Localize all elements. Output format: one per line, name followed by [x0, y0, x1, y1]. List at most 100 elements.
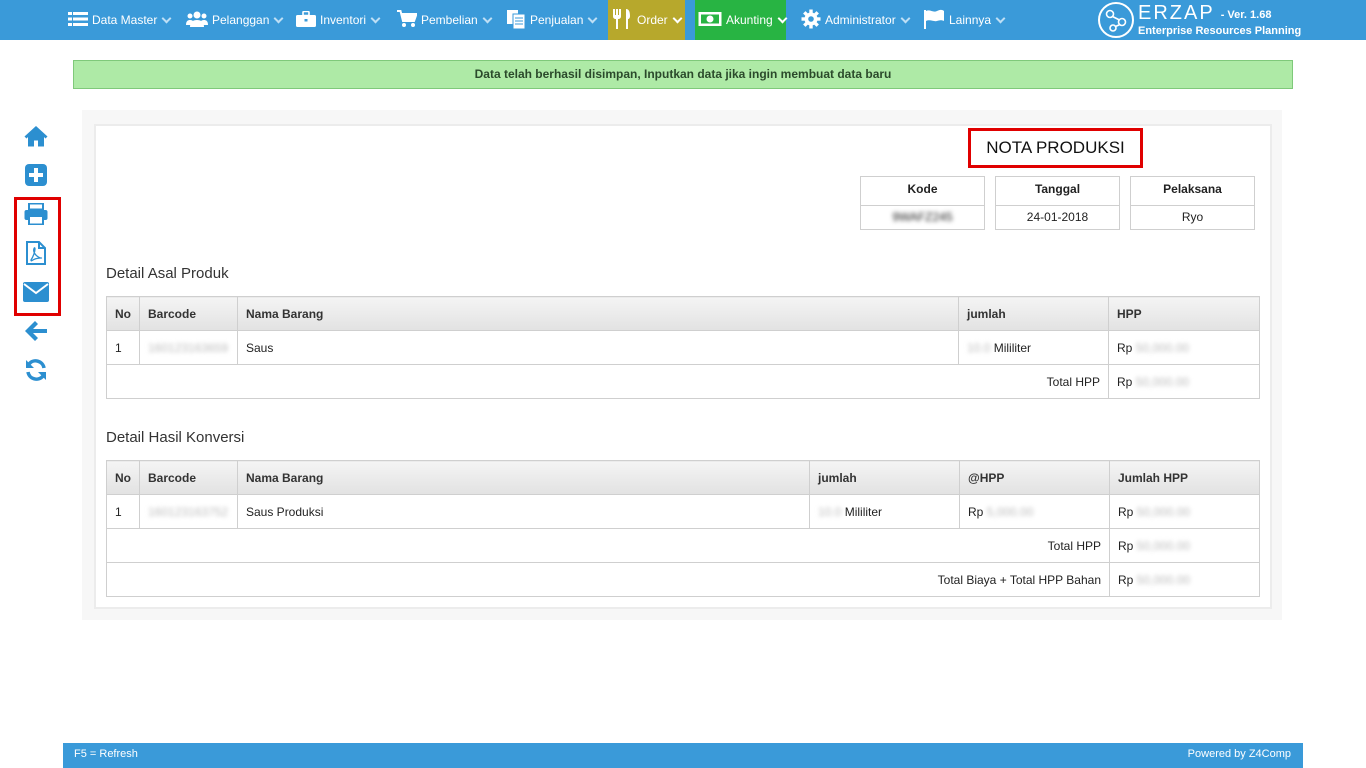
nav-label: Pembelian: [421, 13, 478, 27]
nav-akunting[interactable]: Akunting: [695, 0, 788, 40]
chevron-down-icon: [482, 13, 493, 23]
users-icon: [186, 11, 208, 30]
add-button[interactable]: [22, 161, 50, 189]
currency-label: Rp: [1118, 538, 1134, 553]
chevron-down-icon: [273, 13, 284, 23]
table-header-row: No Barcode Nama Barang jumlah @HPP Jumla…: [106, 460, 1260, 495]
currency-label: Rp: [968, 504, 984, 519]
cutlery-icon: [611, 8, 633, 33]
grand-total-value: 50,000.00: [1136, 572, 1191, 587]
top-navbar: Data Master Pelanggan Inventori Pembelia…: [0, 0, 1366, 40]
nav-data-master[interactable]: Data Master: [68, 0, 172, 40]
col-barcode: Barcode: [139, 460, 238, 495]
kode-label: Kode: [861, 177, 984, 206]
plus-square-icon: [25, 164, 47, 186]
table-header-row: No Barcode Nama Barang jumlah HPP: [106, 296, 1260, 331]
total-hpp-label: Total HPP: [106, 364, 1109, 399]
version-label: - Ver. 1.68: [1220, 9, 1272, 21]
hpp-value: 50,000.00: [1135, 340, 1190, 355]
total-hpp-value: 50,000.00: [1136, 538, 1191, 553]
nav-label: Akunting: [726, 13, 773, 27]
konversi-table: No Barcode Nama Barang jumlah @HPP Jumla…: [106, 460, 1260, 597]
jumlah-hpp-value: 50,000.00: [1136, 504, 1191, 519]
refresh-button[interactable]: [22, 356, 50, 384]
unit-value: Mililiter: [844, 504, 883, 519]
grand-total-row: Total Biaya + Total HPP Bahan Rp 50,000.…: [106, 562, 1260, 597]
col-no: No: [106, 296, 140, 331]
nav-label: Data Master: [92, 13, 158, 27]
flag-icon: [923, 9, 945, 32]
chevron-down-icon: [587, 13, 598, 23]
cell-no: 1: [106, 494, 140, 529]
col-no: No: [106, 460, 140, 495]
chevron-down-icon: [995, 13, 1006, 23]
nota-title: NOTA PRODUKSI: [968, 128, 1143, 168]
cell-jumlah: 10.0 Mililiter: [958, 330, 1109, 365]
qty-value: 10.0: [967, 340, 991, 355]
nav-order[interactable]: Order: [608, 0, 685, 40]
nav-label: Inventori: [320, 13, 367, 27]
footer-bar: F5 = Refresh Powered by Z4Comp: [63, 743, 1303, 768]
total-hpp-cell: Rp 50,000.00: [1109, 528, 1260, 563]
nav-penjualan[interactable]: Penjualan: [506, 0, 598, 40]
col-nama-barang: Nama Barang: [237, 296, 959, 331]
cell-nama: Saus: [237, 330, 959, 365]
nav-lainnya[interactable]: Lainnya: [923, 0, 1006, 40]
total-row: Total HPP Rp 50,000.00: [106, 364, 1260, 399]
gear-icon: [801, 9, 821, 32]
cell-barcode: 160123163752: [139, 494, 238, 529]
col-barcode: Barcode: [139, 296, 238, 331]
cell-jumlah-hpp: Rp 50,000.00: [1109, 494, 1260, 529]
col-jumlah: jumlah: [809, 460, 960, 495]
total-hpp-value: 50,000.00: [1135, 374, 1190, 389]
col-jumlah: jumlah: [958, 296, 1109, 331]
nav-administrator[interactable]: Administrator: [801, 0, 911, 40]
brand-tagline: Enterprise Resources Planning: [1138, 25, 1302, 37]
cell-jumlah: 10.0 Mililiter: [809, 494, 960, 529]
nav-inventori[interactable]: Inventori: [296, 0, 381, 40]
documents-icon: [506, 9, 526, 32]
total-row: Total HPP Rp 50,000.00: [106, 528, 1260, 563]
section-title-konversi: Detail Hasil Konversi: [106, 429, 245, 446]
at-hpp-value: 5,000.00: [986, 504, 1034, 519]
currency-label: Rp: [1117, 374, 1133, 389]
kode-box: Kode 9WAFZ245: [860, 176, 985, 230]
tanggal-value: 24-01-2018: [1026, 210, 1089, 224]
cell-no: 1: [106, 330, 140, 365]
grand-total-cell: Rp 50,000.00: [1109, 562, 1260, 597]
nav-pembelian[interactable]: Pembelian: [397, 0, 493, 40]
cell-at-hpp: Rp 5,000.00: [959, 494, 1110, 529]
kode-value: 9WAFZ245: [892, 210, 953, 224]
col-hpp: HPP: [1108, 296, 1260, 331]
pelaksana-box: Pelaksana Ryo: [1130, 176, 1255, 230]
success-alert: Data telah berhasil disimpan, Inputkan d…: [73, 60, 1293, 89]
cell-barcode: 160123163659: [139, 330, 238, 365]
tanggal-box: Tanggal 24-01-2018: [995, 176, 1120, 230]
cell-hpp: Rp 50,000.00: [1108, 330, 1260, 365]
chevron-down-icon: [777, 13, 788, 23]
nav-label: Administrator: [825, 13, 896, 27]
total-hpp-cell: Rp 50,000.00: [1108, 364, 1260, 399]
brand: ERZAP - Ver. 1.68 Enterprise Resources P…: [1098, 2, 1301, 38]
col-at-hpp: @HPP: [959, 460, 1110, 495]
nav-label: Pelanggan: [212, 13, 270, 27]
unit-value: Mililiter: [993, 340, 1032, 355]
qty-value: 10.0: [818, 504, 842, 519]
currency-label: Rp: [1117, 340, 1133, 355]
table-row: 1 160123163659 Saus 10.0 Mililiter Rp 50…: [106, 330, 1260, 365]
refresh-icon: [26, 359, 46, 381]
nav-label: Order: [637, 13, 668, 27]
home-icon: [24, 126, 48, 147]
tanggal-label: Tanggal: [996, 177, 1119, 206]
logo-icon: [1098, 2, 1134, 38]
nav-pelanggan[interactable]: Pelanggan: [186, 0, 284, 40]
col-jumlah-hpp: Jumlah HPP: [1109, 460, 1260, 495]
cart-icon: [397, 9, 418, 31]
footer-shortcut-hint: F5 = Refresh: [74, 748, 138, 760]
home-button[interactable]: [22, 122, 50, 150]
briefcase-icon: [296, 10, 316, 30]
sidebar-highlight-box: [14, 197, 61, 316]
chevron-down-icon: [672, 13, 683, 23]
table-row: 1 160123163752 Saus Produksi 10.0 Milili…: [106, 494, 1260, 529]
back-button[interactable]: [22, 317, 50, 345]
